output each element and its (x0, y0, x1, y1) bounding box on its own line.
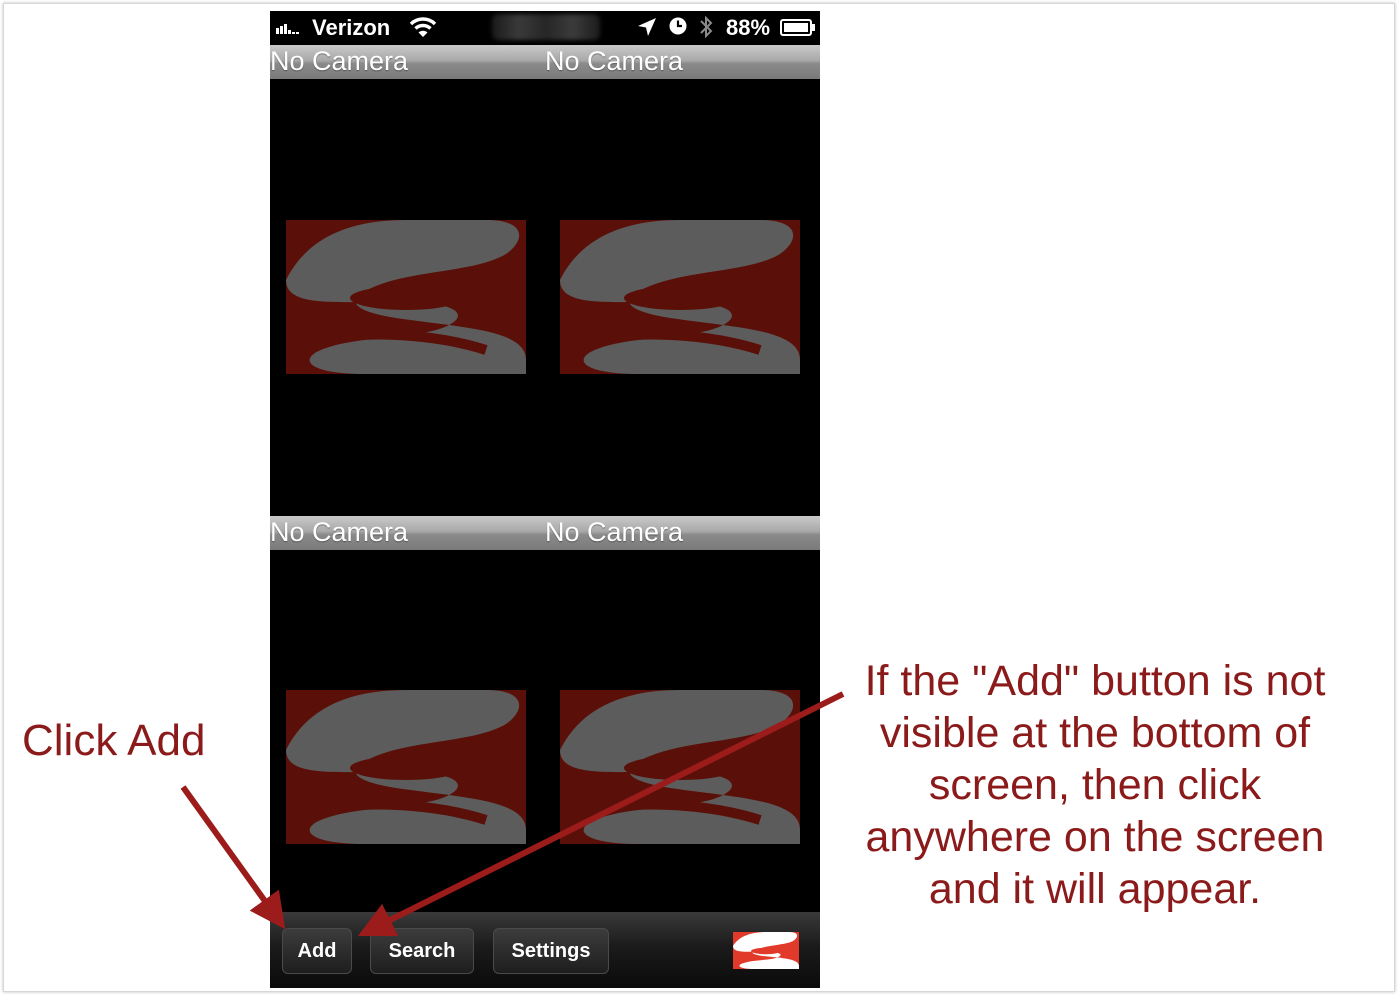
camera-placeholder-4[interactable] (560, 690, 800, 844)
annotation-instructions: If the "Add" button is not visible at th… (840, 655, 1350, 915)
camera-label[interactable]: No Camera (545, 45, 683, 77)
signal-icon (276, 24, 299, 34)
bottom-toolbar: Add Search Settings (270, 912, 820, 988)
brand-logo-icon (286, 690, 526, 844)
camera-label[interactable]: No Camera (545, 516, 683, 548)
annotation-line: visible at the bottom of (879, 709, 1311, 757)
clock-icon (669, 17, 687, 35)
annotation-line: and it will appear. (928, 865, 1262, 913)
status-bar: Verizon 88% (270, 11, 820, 44)
brand-logo-icon (286, 220, 526, 374)
add-button[interactable]: Add (282, 928, 352, 974)
carrier-name: Verizon (312, 15, 391, 40)
wifi-icon (409, 17, 437, 37)
search-button[interactable]: Search (370, 928, 474, 974)
camera-row-header-bottom: No Camera No Camera (270, 516, 820, 550)
annotation-line: anywhere on the screen (865, 813, 1325, 861)
annotation-line: screen, then click (928, 761, 1262, 809)
camera-label[interactable]: No Camera (270, 516, 408, 548)
battery-icon (780, 19, 815, 36)
bluetooth-icon (700, 15, 713, 39)
battery-percent: 88% (726, 15, 771, 40)
brand-logo-icon (560, 690, 800, 844)
camera-placeholder-2[interactable] (560, 220, 800, 374)
brand-logo-icon (560, 220, 800, 374)
brand-logo-icon[interactable] (733, 932, 799, 969)
phone-screen[interactable]: Verizon 88% No Camera No Camera No Camer… (270, 11, 820, 988)
camera-placeholder-3[interactable] (286, 690, 526, 844)
settings-button[interactable]: Settings (493, 928, 609, 974)
annotation-click-add: Click Add (22, 716, 206, 765)
annotation-line: If the "Add" button is not (864, 657, 1326, 705)
camera-label[interactable]: No Camera (270, 45, 408, 77)
camera-placeholder-1[interactable] (286, 220, 526, 374)
location-arrow-icon (638, 18, 656, 36)
redacted-time (492, 14, 600, 40)
camera-row-header-top: No Camera No Camera (270, 45, 820, 79)
